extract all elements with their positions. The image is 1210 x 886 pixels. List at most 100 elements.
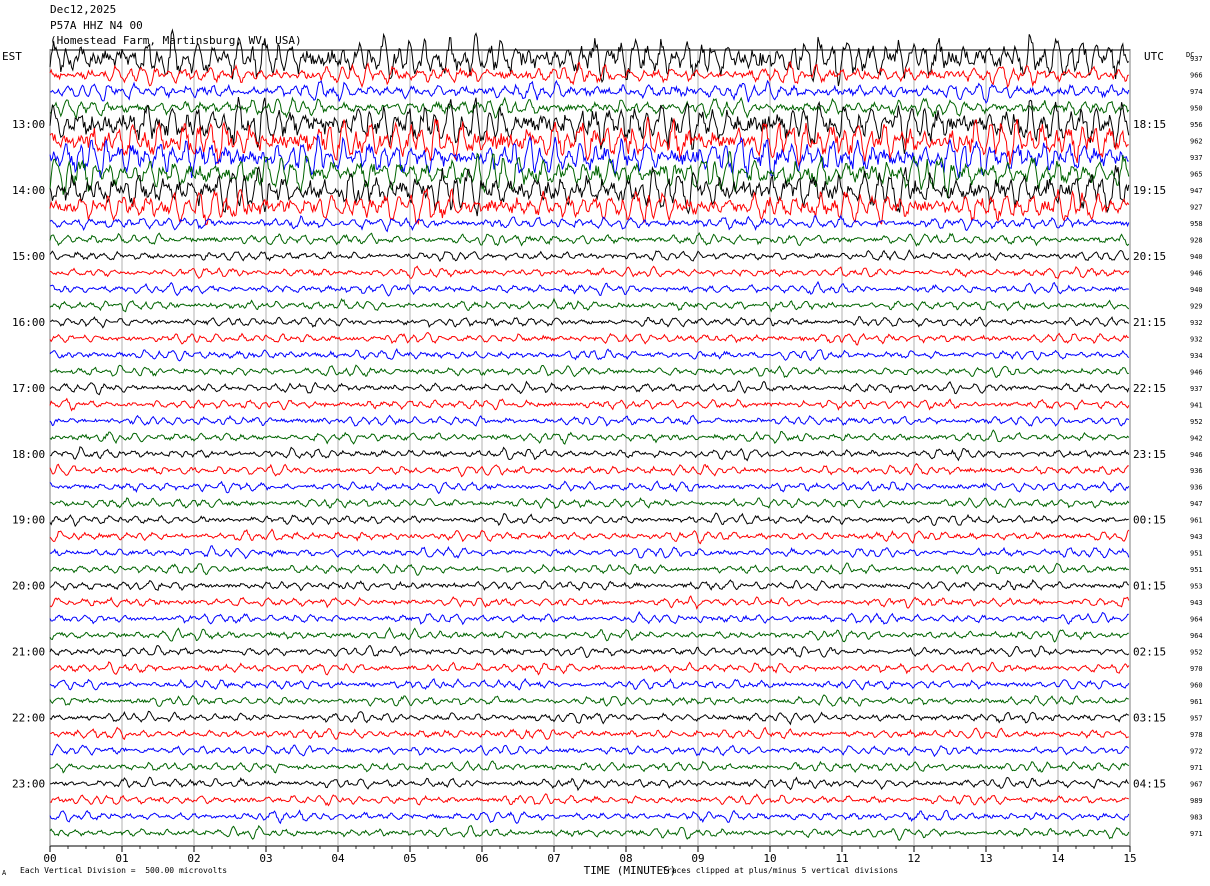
trace-line <box>49 645 1130 658</box>
dc-value: 971 <box>1190 764 1203 772</box>
dc-value: 964 <box>1190 632 1203 640</box>
left-hour-label: 13:00 <box>12 118 45 131</box>
dc-value: 937 <box>1190 385 1203 393</box>
trace-line <box>49 364 1129 379</box>
dc-value: 966 <box>1190 72 1203 80</box>
dc-value: 965 <box>1190 171 1203 179</box>
left-hour-label: 20:00 <box>12 580 45 593</box>
right-hour-label: 03:15 <box>1133 711 1166 724</box>
trace-line <box>49 809 1130 825</box>
dc-value: 946 <box>1190 269 1203 277</box>
trace-line <box>49 760 1130 774</box>
trace-line <box>49 414 1130 427</box>
dc-value: 927 <box>1190 204 1203 212</box>
dc-value: 967 <box>1190 780 1203 788</box>
x-tick-label: 09 <box>691 852 704 865</box>
dc-value: 962 <box>1190 138 1203 146</box>
x-tick-label: 07 <box>547 852 560 865</box>
left-hour-label: 23:00 <box>12 777 45 790</box>
trace-line <box>49 545 1130 560</box>
dc-value: 983 <box>1190 813 1203 821</box>
clip-note: Traces clipped at plus/minus 5 vertical … <box>662 866 899 875</box>
trace-line <box>49 661 1130 676</box>
dc-value: 947 <box>1190 187 1203 195</box>
trace-line <box>49 397 1130 412</box>
right-hour-label: 18:15 <box>1133 118 1166 131</box>
dc-value: 946 <box>1190 451 1203 459</box>
trace-line <box>49 595 1130 610</box>
x-tick-label: 12 <box>907 852 920 865</box>
trace-line <box>49 528 1130 545</box>
x-tick-label: 15 <box>1123 852 1136 865</box>
trace-line <box>49 446 1130 462</box>
left-hour-label: 22:00 <box>12 711 45 724</box>
trace-line <box>49 626 1129 643</box>
dc-value: 952 <box>1190 418 1203 426</box>
dc-value: 943 <box>1190 599 1203 607</box>
trace-line <box>49 265 1130 280</box>
dc-value: 934 <box>1190 352 1203 360</box>
dc-value: 932 <box>1190 335 1203 343</box>
dc-value: 936 <box>1190 467 1203 475</box>
trace-line <box>49 463 1129 478</box>
left-hour-label: 18:00 <box>12 448 45 461</box>
dc-value: 964 <box>1190 616 1203 624</box>
left-hour-label: 14:00 <box>12 184 45 197</box>
trace-line <box>50 316 1130 329</box>
trace-line <box>49 677 1130 691</box>
dc-value: 958 <box>1190 220 1203 228</box>
dc-value: 989 <box>1190 797 1203 805</box>
dc-value: 974 <box>1190 88 1203 96</box>
x-tick-label: 00 <box>43 852 56 865</box>
trace-line <box>49 743 1130 758</box>
dc-value: 957 <box>1190 714 1203 722</box>
dc-value: 960 <box>1190 681 1203 689</box>
x-tick-label: 02 <box>187 852 200 865</box>
left-hour-label: 16:00 <box>12 316 45 329</box>
right-hour-label: 01:15 <box>1133 580 1166 593</box>
x-tick-label: 01 <box>115 852 128 865</box>
dc-value: 953 <box>1190 583 1203 591</box>
x-tick-label: 11 <box>835 852 848 865</box>
right-hour-label: 19:15 <box>1133 184 1166 197</box>
left-hour-label: 17:00 <box>12 382 45 395</box>
left-hour-label: 19:00 <box>12 514 45 527</box>
trace-line <box>49 297 1130 313</box>
dc-value: 940 <box>1190 286 1203 294</box>
dc-value: 936 <box>1190 484 1203 492</box>
x-tick-label: 14 <box>1051 852 1065 865</box>
dc-value: 971 <box>1190 830 1203 838</box>
right-hour-label: 22:15 <box>1133 382 1166 395</box>
dc-value: 951 <box>1190 550 1203 558</box>
corner-mark: A <box>2 869 7 877</box>
right-hour-label: 20:15 <box>1133 250 1166 263</box>
trace-line <box>49 348 1130 362</box>
right-hour-label: 00:15 <box>1133 514 1166 527</box>
right-timezone: UTC <box>1144 50 1164 63</box>
left-hour-label: 21:00 <box>12 646 45 659</box>
dc-value: 952 <box>1190 649 1203 657</box>
dc-value: 928 <box>1190 237 1203 245</box>
trace-line <box>49 249 1130 263</box>
seismogram-plot: 00 01 02 03 04 05 06 07 08 09 10 11 12 13 14 15TIME (MI… <box>2 28 1203 877</box>
x-tick-label: 05 <box>403 852 416 865</box>
dc-value: 943 <box>1190 533 1203 541</box>
dc-value: 970 <box>1190 665 1203 673</box>
right-hour-label: 02:15 <box>1133 646 1166 659</box>
dc-value: 961 <box>1190 698 1203 706</box>
trace-line <box>49 232 1130 247</box>
x-tick-label: 10 <box>763 852 776 865</box>
dc-value: 937 <box>1190 55 1203 63</box>
dc-value: 929 <box>1190 302 1203 310</box>
dc-value: 942 <box>1190 434 1203 442</box>
dc-value: 937 <box>1190 154 1203 162</box>
trace-line <box>49 776 1130 792</box>
trace-line <box>49 480 1130 495</box>
dc-value: 950 <box>1190 105 1203 113</box>
dc-value: 956 <box>1190 121 1203 129</box>
dc-value: 932 <box>1190 319 1203 327</box>
dc-value: 961 <box>1190 517 1203 525</box>
trace-line <box>49 710 1129 726</box>
scale-note: Each Vertical Division = 500.00 microvol… <box>20 866 228 875</box>
trace-line <box>49 60 1129 89</box>
